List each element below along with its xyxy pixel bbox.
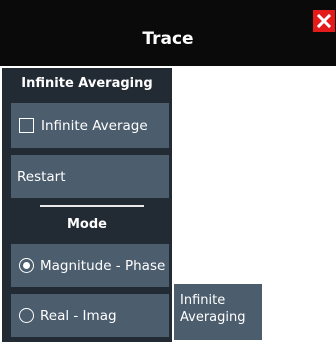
side-tab-line1: Infinite [180,293,226,308]
checkbox-icon[interactable] [19,118,34,133]
close-button[interactable] [313,10,335,32]
trace-panel: Infinite Averaging Infinite Average Rest… [2,68,172,342]
radio-selected-icon[interactable] [19,258,34,273]
radio-unselected-icon[interactable] [19,308,34,323]
infinite-averaging-tab[interactable]: Infinite Averaging [174,284,262,340]
restart-button[interactable]: Restart [11,155,169,198]
trace-dialog: Trace Infinite Averaging Infinite Averag… [0,0,336,342]
infinite-average-checkbox-button[interactable]: Infinite Average [11,103,169,148]
mode-header: Mode [67,217,107,232]
infinite-averaging-header: Infinite Averaging [21,76,153,91]
side-tab-line2: Averaging [180,310,246,325]
mode-option-label: Magnitude - Phase [40,257,166,274]
mode-option-real-imag[interactable]: Real - Imag [11,294,169,337]
mode-option-magnitude-phase[interactable]: Magnitude - Phase [11,244,169,287]
dialog-title: Trace [142,29,194,49]
restart-label: Restart [17,168,66,185]
close-icon [317,14,331,28]
section-divider [40,205,144,207]
mode-option-label: Real - Imag [40,307,117,324]
infinite-average-label: Infinite Average [41,117,148,134]
